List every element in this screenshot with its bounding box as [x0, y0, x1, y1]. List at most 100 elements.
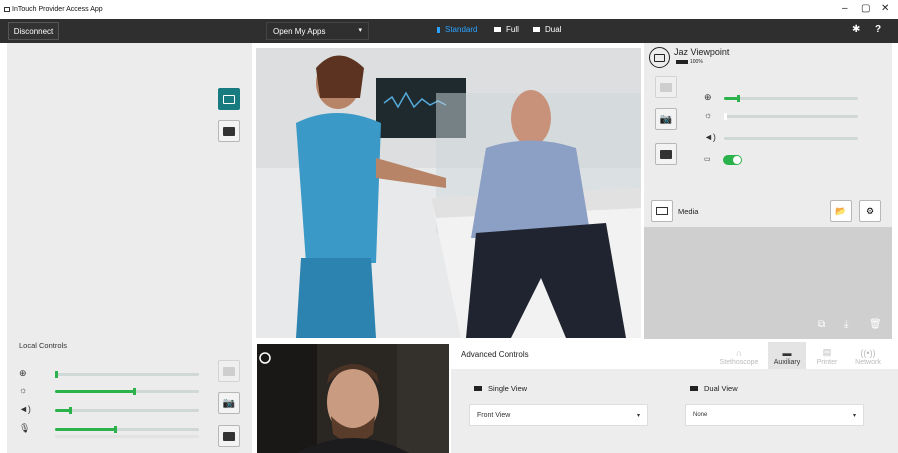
- trash-icon[interactable]: 🗑: [869, 319, 882, 330]
- tab-auxiliary-label: Auxiliary: [773, 359, 801, 366]
- gear-icon: ⚙: [865, 205, 875, 216]
- tab-printer-label: Printer: [816, 359, 838, 366]
- image-icon: [660, 82, 672, 92]
- chevron-down-icon: ▾: [636, 413, 640, 419]
- add-media-icon[interactable]: ⧉: [818, 319, 825, 330]
- advanced-controls-title: Advanced Controls: [461, 350, 529, 359]
- zoom-icon: ⊕: [704, 92, 712, 102]
- remote-volume-slider[interactable]: ◄): [704, 132, 884, 143]
- network-icon: ((•)): [860, 348, 876, 358]
- local-snapshot-button[interactable]: 📷: [218, 392, 240, 414]
- display-mode-button[interactable]: [218, 120, 240, 142]
- microphone-icon: 🎙: [19, 423, 31, 433]
- remote-camera-panel: Jaz Viewpoint 100% 📷 ⊕ ☼ ◄) ▭ Media 📂 ⚙ …: [644, 43, 892, 339]
- folder-icon: 📂: [835, 205, 847, 216]
- app-icon: [4, 7, 10, 12]
- tab-network-label: Network: [855, 359, 881, 366]
- dual-view-header: Dual View: [690, 384, 738, 393]
- local-record-button[interactable]: [218, 425, 240, 447]
- advanced-controls-header: Advanced Controls ∩ Stethoscope ▬ Auxili…: [451, 342, 898, 369]
- remote-brightness-slider[interactable]: ☼: [704, 110, 884, 121]
- brightness-icon: ☼: [704, 110, 713, 120]
- local-controls-title: Local Controls: [19, 341, 67, 350]
- remote-screenshot-button-disabled[interactable]: [655, 76, 677, 98]
- self-video-image: [257, 344, 449, 453]
- single-view-select[interactable]: Front View ▾: [469, 404, 648, 426]
- gear-icon[interactable]: ✱: [852, 24, 860, 35]
- chevron-down-icon: ▾: [852, 413, 856, 419]
- record-icon: [660, 149, 672, 159]
- dual-view-select[interactable]: None ▾: [685, 404, 864, 426]
- monitor-icon: [654, 53, 665, 62]
- speaker-icon: ◄): [19, 404, 31, 414]
- view-dual-option[interactable]: Dual: [533, 25, 561, 34]
- media-label: Media: [678, 207, 699, 216]
- open-my-apps-dropdown[interactable]: Open My Apps ▾: [266, 22, 369, 40]
- tab-stethoscope-label: Stethoscope: [719, 359, 759, 366]
- tab-auxiliary[interactable]: ▬ Auxiliary: [768, 342, 806, 369]
- remote-record-button[interactable]: [655, 143, 677, 165]
- speaker-icon: ◄): [704, 132, 716, 142]
- standard-view-icon: [437, 26, 440, 33]
- window-titlebar: InTouch Provider Access App – ▢ ✕: [0, 0, 898, 19]
- media-settings-button[interactable]: ⚙: [859, 200, 881, 222]
- camera-name: Jaz Viewpoint: [674, 47, 730, 57]
- view-full-option[interactable]: Full: [494, 25, 519, 34]
- chevron-down-icon: ▾: [358, 27, 362, 34]
- remote-zoom-slider[interactable]: ⊕: [704, 92, 884, 103]
- dual-view-icon: [533, 27, 540, 32]
- battery-indicator: 100%: [676, 59, 703, 65]
- help-icon[interactable]: ?: [875, 24, 881, 35]
- local-mic-slider[interactable]: 🎙: [19, 423, 199, 438]
- mic-level-meter: [55, 435, 199, 438]
- local-volume-slider[interactable]: ◄): [19, 404, 199, 415]
- remote-device-button[interactable]: [649, 47, 670, 68]
- open-folder-button[interactable]: 📂: [830, 200, 852, 222]
- dual-view-label: Dual View: [704, 384, 738, 393]
- top-toolbar: Disconnect Open My Apps ▾ Standard Full …: [0, 19, 898, 43]
- local-zoom-slider[interactable]: ⊕: [19, 368, 199, 379]
- close-icon[interactable]: ✕: [881, 3, 889, 14]
- zoom-icon: ⊕: [19, 368, 27, 378]
- download-icon[interactable]: ⤓: [844, 319, 848, 330]
- disconnect-button[interactable]: Disconnect: [8, 22, 59, 40]
- media-gallery: ⧉ ⤓ 🗑: [644, 227, 892, 339]
- remote-zoom-track[interactable]: [724, 95, 858, 102]
- local-brightness-track[interactable]: [55, 388, 199, 395]
- camera-icon: 📷: [222, 397, 236, 409]
- self-video-feed[interactable]: [257, 344, 449, 453]
- single-view-header: Single View: [474, 384, 527, 393]
- auxiliary-icon: ▬: [782, 348, 792, 358]
- printer-icon: ▤: [822, 347, 832, 357]
- apps-dropdown-label: Open My Apps: [273, 26, 326, 36]
- media-grid-icon: [656, 207, 668, 215]
- media-grid-button[interactable]: [651, 200, 673, 222]
- window-title-text: InTouch Provider Access App: [12, 6, 103, 13]
- pip-toggle[interactable]: [723, 155, 742, 165]
- remote-video-feed[interactable]: [256, 48, 641, 338]
- local-volume-track[interactable]: [55, 407, 199, 414]
- local-mic-track[interactable]: [55, 426, 199, 433]
- local-screenshot-button-disabled[interactable]: [218, 360, 240, 382]
- single-view-value: Front View: [477, 411, 511, 419]
- view-standard-label: Standard: [445, 25, 478, 34]
- tab-printer[interactable]: ▤ Printer: [810, 342, 844, 369]
- battery-icon: [676, 60, 688, 64]
- local-brightness-slider[interactable]: ☼: [19, 385, 199, 396]
- minimize-icon[interactable]: –: [842, 3, 848, 14]
- local-zoom-track[interactable]: [55, 371, 199, 378]
- remote-brightness-track[interactable]: [724, 113, 858, 120]
- remote-snapshot-button[interactable]: 📷: [655, 108, 677, 130]
- left-panel: Local Controls ⊕ ☼ ◄) 🎙 📷: [7, 43, 252, 453]
- maximize-icon[interactable]: ▢: [861, 3, 870, 14]
- remote-video-image: [256, 48, 641, 338]
- tab-network[interactable]: ((•)) Network: [848, 342, 888, 369]
- full-view-icon: [494, 27, 501, 32]
- stethoscope-icon: ∩: [735, 348, 743, 358]
- window-title: InTouch Provider Access App: [4, 6, 103, 13]
- layout-toggle-button[interactable]: [218, 88, 240, 110]
- view-standard-option[interactable]: Standard: [437, 25, 477, 34]
- remote-volume-track[interactable]: [724, 137, 858, 140]
- picture-in-picture-icon: [223, 126, 235, 136]
- tab-stethoscope[interactable]: ∩ Stethoscope: [713, 342, 765, 369]
